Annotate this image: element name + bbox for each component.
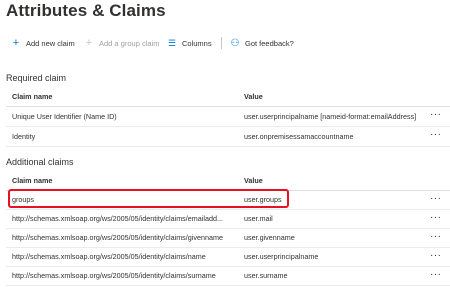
row-more-icon[interactable]: ··· bbox=[430, 248, 442, 266]
required-claim-heading: Required claim bbox=[6, 73, 67, 83]
columns-icon: ☰ bbox=[167, 37, 177, 48]
row-more-icon[interactable]: ··· bbox=[430, 210, 442, 228]
table-row[interactable]: Unique User Identifier (Name ID) user.us… bbox=[6, 107, 450, 127]
claim-value: user.onpremisessamaccountname bbox=[244, 132, 354, 141]
claim-value: user.userprincipalname [nameid-format:em… bbox=[244, 112, 417, 121]
row-more-icon[interactable]: ··· bbox=[430, 191, 442, 209]
row-more-icon[interactable]: ··· bbox=[430, 267, 442, 285]
row-more-icon[interactable]: ··· bbox=[430, 127, 442, 145]
claim-name: Unique User Identifier (Name ID) bbox=[12, 112, 117, 121]
add-group-claim-button[interactable]: + Add a group claim bbox=[83, 33, 160, 53]
table-row[interactable]: http://schemas.xmlsoap.org/ws/2005/05/id… bbox=[6, 248, 450, 267]
feedback-person-icon: ⚇ bbox=[230, 37, 240, 49]
required-claims-table: Claim name Value Unique User Identifier … bbox=[6, 88, 450, 147]
add-new-claim-label: Add new claim bbox=[26, 38, 75, 48]
table-row[interactable]: http://schemas.xmlsoap.org/ws/2005/05/id… bbox=[6, 229, 450, 248]
column-header-value[interactable]: Value bbox=[244, 172, 428, 190]
add-group-claim-label: Add a group claim bbox=[99, 38, 160, 48]
row-more-icon[interactable]: ··· bbox=[430, 229, 442, 247]
claim-name: http://schemas.xmlsoap.org/ws/2005/05/id… bbox=[12, 271, 216, 280]
claim-value: user.userprincipalname bbox=[244, 252, 319, 261]
table-row[interactable]: http://schemas.xmlsoap.org/ws/2005/05/id… bbox=[6, 210, 450, 229]
claim-name: Identity bbox=[12, 132, 36, 141]
groups-row-highlight bbox=[8, 189, 289, 208]
row-more-icon[interactable]: ··· bbox=[430, 107, 442, 125]
toolbar-divider bbox=[221, 37, 222, 49]
feedback-label: Got feedback? bbox=[245, 38, 294, 48]
table-row[interactable]: Identity user.onpremisessamaccountname ·… bbox=[6, 127, 450, 147]
plus-icon: + bbox=[85, 37, 93, 49]
command-bar: + Add new claim + Add a group claim ☰ Co… bbox=[0, 33, 450, 53]
column-header-claim-name[interactable]: Claim name bbox=[12, 172, 240, 190]
more-options-icon[interactable]: ··· bbox=[141, 2, 155, 14]
columns-label: Columns bbox=[182, 38, 212, 48]
column-header-value[interactable]: Value bbox=[244, 88, 428, 106]
claim-name: http://schemas.xmlsoap.org/ws/2005/05/id… bbox=[12, 214, 223, 223]
table-header-row: Claim name Value bbox=[6, 88, 450, 107]
plus-icon: + bbox=[12, 37, 20, 49]
columns-button[interactable]: ☰ Columns bbox=[166, 33, 212, 53]
claim-name: http://schemas.xmlsoap.org/ws/2005/05/id… bbox=[12, 252, 206, 261]
claim-value: user.surname bbox=[244, 271, 288, 280]
claim-name: http://schemas.xmlsoap.org/ws/2005/05/id… bbox=[12, 233, 223, 242]
additional-claims-heading: Additional claims bbox=[6, 157, 74, 167]
claim-value: user.mail bbox=[244, 214, 273, 223]
table-row[interactable]: http://schemas.xmlsoap.org/ws/2005/05/id… bbox=[6, 267, 450, 286]
add-new-claim-button[interactable]: + Add new claim bbox=[10, 33, 75, 53]
claim-value: user.givenname bbox=[244, 233, 295, 242]
column-header-claim-name[interactable]: Claim name bbox=[12, 88, 240, 106]
feedback-button[interactable]: ⚇ Got feedback? bbox=[229, 33, 294, 53]
